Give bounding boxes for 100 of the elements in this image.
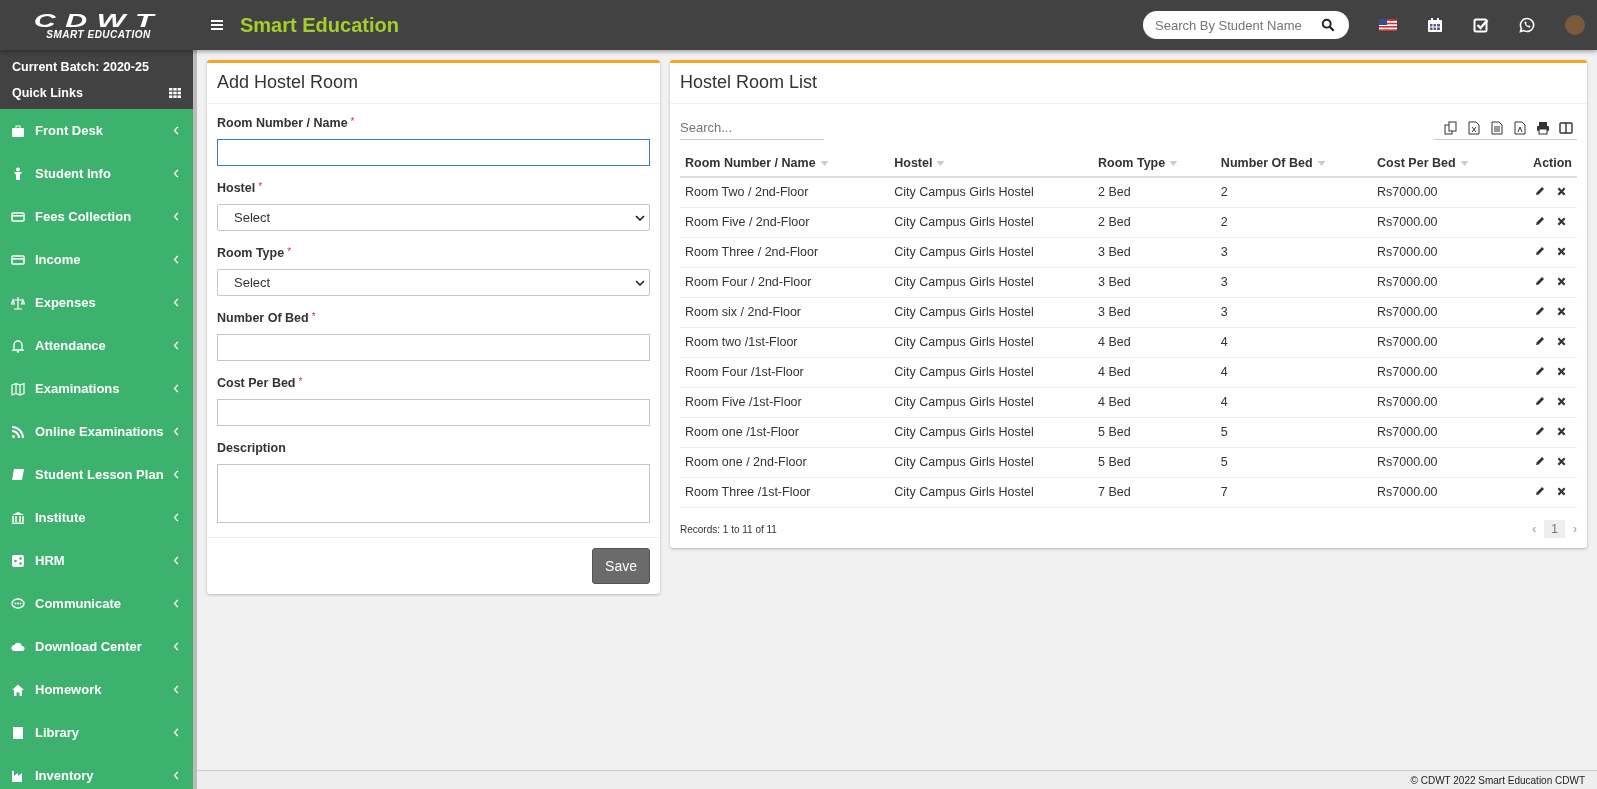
print-icon[interactable] [1536,121,1550,135]
select-field[interactable]: Select [217,269,650,296]
table-cell: City Campus Girls Hostel [894,395,1034,409]
pencil-icon[interactable] [1535,186,1545,196]
sidebar-item[interactable]: Online Examinations [0,410,193,453]
input-field[interactable] [217,139,650,166]
copy-icon[interactable] [1444,121,1458,135]
close-icon[interactable] [1557,366,1566,376]
pencil-icon[interactable] [1535,426,1545,436]
document-icon[interactable] [1490,121,1504,135]
pencil-icon[interactable] [1535,396,1545,406]
columns-icon[interactable] [1559,121,1573,135]
select-field[interactable]: Select [217,204,650,231]
next-page[interactable]: › [1573,522,1577,536]
column-header[interactable]: Room Number / Name [685,156,816,170]
sidebar-item[interactable]: Inventory [0,754,193,789]
close-icon[interactable] [1557,186,1566,196]
pencil-icon[interactable] [1535,336,1545,346]
chevron-down-icon [635,214,645,221]
sidebar-item[interactable]: Fees Collection [0,195,193,238]
table-cell: Room six / 2nd-Floor [685,305,801,319]
pdf-file-icon[interactable] [1513,121,1527,135]
share-icon [11,553,25,568]
table-cell: Rs7000.00 [1377,485,1438,499]
table-cell: 4 [1220,335,1228,349]
pencil-icon[interactable] [1535,366,1545,376]
sidebar-item[interactable]: Student Lesson Plan [0,453,193,496]
sidebar-item[interactable]: HRM [0,539,193,582]
current-batch: Current Batch: 2020-25 [12,60,150,74]
student-search-field[interactable]: Search By Student Name [1143,11,1349,39]
column-header[interactable]: Room Type [1098,156,1166,170]
flag-icon[interactable] [1379,19,1397,31]
factory-icon [11,768,25,783]
grid-icon[interactable] [169,88,181,98]
close-icon[interactable] [1557,426,1566,436]
table-cell: City Campus Girls Hostel [894,425,1034,439]
pencil-icon[interactable] [1535,306,1545,316]
save-button[interactable]: Save [592,548,650,584]
table-cell: City Campus Girls Hostel [894,245,1034,259]
close-icon[interactable] [1557,336,1566,346]
table-cell: 5 [1220,455,1228,469]
pencil-icon[interactable] [1535,456,1545,466]
table-cell: Rs7000.00 [1377,335,1438,349]
previous-page[interactable]: ‹ [1532,522,1537,536]
sidebar-item[interactable]: Attendance [0,324,193,367]
chat-phone-icon[interactable] [1519,17,1535,33]
input-field[interactable] [217,399,650,426]
table-cell: 3 Bed [1098,275,1131,289]
table-cell: 5 Bed [1098,425,1131,439]
sidebar-item[interactable]: Expenses [0,281,193,324]
home-icon [11,682,25,697]
chevron-left-icon [173,728,179,737]
card-title: Hostel Room List [680,72,818,92]
close-icon[interactable] [1557,246,1566,256]
close-icon[interactable] [1557,396,1566,406]
scales-icon [11,295,25,310]
sidebar-item[interactable]: Front Desk [0,109,193,152]
checkbox-icon[interactable] [1473,17,1489,33]
sidebar-item[interactable]: Student Info [0,152,193,195]
chevron-left-icon [173,513,179,522]
textarea-field[interactable] [217,464,650,523]
table-cell: 4 Bed [1098,335,1131,349]
sidebar-item[interactable]: Communicate [0,582,193,625]
column-header[interactable]: Hostel [894,156,933,170]
close-icon[interactable] [1557,456,1566,466]
column-header[interactable]: Number Of Bed [1220,156,1313,170]
search-icon[interactable] [1321,18,1335,32]
calendar-icon[interactable] [1427,17,1443,33]
excel-file-icon[interactable] [1467,121,1481,135]
pencil-icon[interactable] [1535,486,1545,496]
close-icon[interactable] [1557,276,1566,286]
input-field[interactable] [217,334,650,361]
table-cell: Room one /1st-Floor [685,425,799,439]
table-cell: 3 [1220,275,1228,289]
table-cell: Rs7000.00 [1377,215,1438,229]
app-title: Smart Education [240,13,399,37]
table-cell: 4 [1220,395,1228,409]
sidebar-item[interactable]: Download Center [0,625,193,668]
pencil-icon[interactable] [1535,246,1545,256]
sidebar-item[interactable]: Income [0,238,193,281]
pencil-icon[interactable] [1535,276,1545,286]
close-icon[interactable] [1557,486,1566,496]
close-icon[interactable] [1557,306,1566,316]
required-mark: * [298,376,303,387]
field-label: Description [217,441,286,455]
table-cell: City Campus Girls Hostel [894,305,1034,319]
sidebar-item[interactable]: Library [0,711,193,754]
sidebar-item[interactable]: Homework [0,668,193,711]
table-cell: City Campus Girls Hostel [894,215,1034,229]
menu-icon[interactable] [211,20,223,30]
pencil-icon[interactable] [1535,216,1545,226]
sidebar-item[interactable]: Examinations [0,367,193,410]
map-icon [11,381,25,396]
page-number[interactable]: 1 [1544,520,1565,538]
table-cell: Rs7000.00 [1377,185,1438,199]
quick-links[interactable]: Quick Links [12,86,83,100]
table-cell: 3 [1220,245,1228,259]
close-icon[interactable] [1557,216,1566,226]
sidebar-item[interactable]: Institute [0,496,193,539]
column-header[interactable]: Cost Per Bed [1377,156,1456,170]
